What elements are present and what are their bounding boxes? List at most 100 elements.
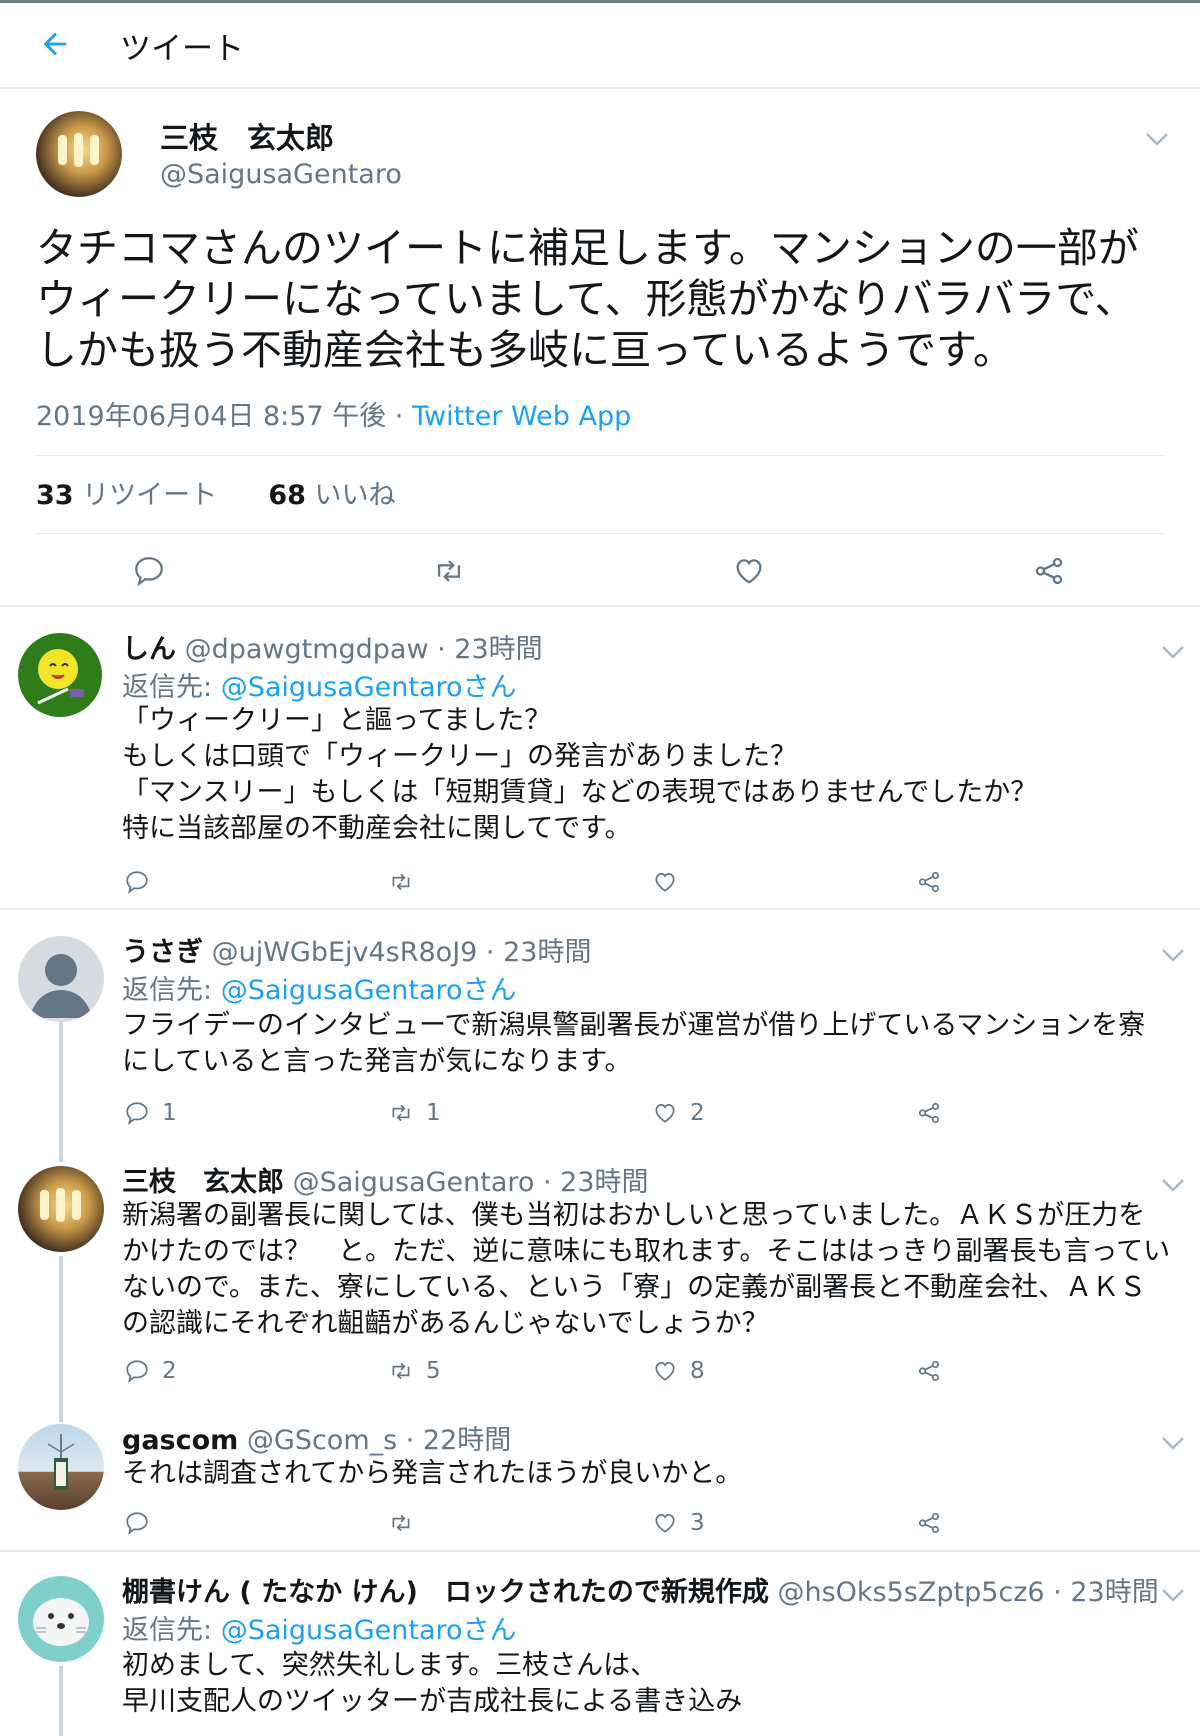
reply-author-name[interactable]: 棚書けん ( たなか けん) ロックされたので新規作成: [122, 1577, 769, 1608]
retweet-icon: [392, 1104, 410, 1122]
share-icon: [918, 1512, 940, 1534]
author-name[interactable]: 三枝 玄太郎: [160, 115, 334, 157]
reply-action[interactable]: [124, 869, 162, 895]
like-action[interactable]: [652, 869, 690, 895]
reply-tweet[interactable]: 棚書けん ( たなか けん) ロックされたので新規作成 @hsOks5sZptp…: [0, 1552, 1200, 1736]
share-icon: [918, 1102, 940, 1124]
reply-tweet[interactable]: うさぎ @ujWGbEjv4sR8oJ9 · 23時間 返信先: @Saigus…: [0, 910, 1200, 1140]
reply-text: 初めまして、突然失礼します。三枝さんは、 早川支配人のツイッターが吉成社長による…: [122, 1650, 743, 1717]
reply-text: 新潟署の副署長に関しては、僕も当初はおかしいと思っていました。ＡＫＳが圧力をかけ…: [122, 1200, 1171, 1339]
like-action[interactable]: 2: [652, 1100, 705, 1126]
reply-to-label: 返信先:: [122, 975, 221, 1006]
reply-action[interactable]: 2: [124, 1358, 177, 1384]
reply-text: 「ウィークリー」と謳ってました？ もしくは口頭で「ウィークリー」の発言がありまし…: [122, 705, 1038, 844]
reply-to-mention[interactable]: @SaigusaGentaroさん: [221, 1615, 517, 1646]
share-action[interactable]: [916, 1100, 942, 1126]
avatar[interactable]: [18, 633, 102, 717]
share-icon[interactable]: [1032, 554, 1066, 588]
reply-author-meta[interactable]: @SaigusaGentaro · 23時間: [284, 1167, 649, 1198]
reply-to-label: 返信先:: [122, 1615, 221, 1646]
chevron-down-icon[interactable]: [1160, 1177, 1186, 1193]
divider: [36, 533, 1164, 534]
chevron-down-icon[interactable]: [1160, 644, 1186, 660]
reply-action[interactable]: [124, 1510, 162, 1536]
avatar[interactable]: [18, 1576, 104, 1662]
divider: [36, 455, 1164, 456]
reply-author-name[interactable]: しん: [122, 634, 176, 665]
tweet-datetime: 2019年06月04日 8:57 午後 ·: [36, 401, 412, 432]
reply-author-line: しん @dpawgtmgdpaw · 23時間: [122, 627, 543, 666]
share-icon: [918, 871, 940, 893]
like-icon: [655, 1362, 675, 1381]
reply-author-meta[interactable]: @GScom_s · 22時間: [238, 1425, 511, 1456]
like-icon: [655, 873, 675, 892]
avatar[interactable]: [18, 936, 104, 1022]
reply-to-mention[interactable]: @SaigusaGentaroさん: [221, 672, 517, 703]
retweet-action[interactable]: [388, 869, 426, 895]
like-icon: [655, 1514, 675, 1533]
share-action[interactable]: [916, 1510, 942, 1536]
like-label: いいね: [305, 480, 396, 511]
page-title: ツイート: [120, 31, 244, 67]
reply-author-meta[interactable]: @hsOks5sZptp5cz6 · 23時間: [769, 1577, 1158, 1608]
header-bar: ツイート: [0, 3, 1200, 89]
reply-author-name[interactable]: うさぎ: [122, 937, 203, 968]
reply-icon: [126, 1360, 148, 1383]
reply-author-name[interactable]: 三枝 玄太郎: [122, 1167, 284, 1198]
avatar[interactable]: [18, 1424, 104, 1510]
chevron-down-icon[interactable]: [1160, 1435, 1186, 1451]
share-action[interactable]: [916, 869, 942, 895]
share-icon: [918, 1360, 940, 1382]
author-handle[interactable]: @SaigusaGentaro: [160, 159, 402, 190]
retweet-icon: [392, 1362, 410, 1380]
retweet-action[interactable]: 5: [388, 1358, 441, 1384]
back-arrow-icon[interactable]: [38, 27, 72, 61]
reply-tweet[interactable]: しん @dpawgtmgdpaw · 23時間 返信先: @SaigusaGen…: [0, 607, 1200, 908]
chevron-down-icon[interactable]: [1144, 131, 1170, 147]
reply-author-line: 棚書けん ( たなか けん) ロックされたので新規作成 @hsOks5sZptp…: [122, 1570, 1159, 1609]
avatar[interactable]: [36, 111, 122, 197]
reply-to-line: 返信先: @SaigusaGentaroさん: [122, 665, 517, 704]
reply-tweet[interactable]: 三枝 玄太郎 @SaigusaGentaro · 23時間 新潟署の副署長に関し…: [0, 1140, 1200, 1400]
tweet-text: タチコマさんのツイートに補足します。マンションの一部がウィークリーになっていまし…: [36, 224, 1139, 374]
tweet-stats: 33 リツイート 68 いいね: [36, 473, 396, 512]
like-count: 8: [690, 1358, 705, 1384]
reply-icon: [126, 871, 148, 894]
like-count: 2: [690, 1100, 705, 1126]
reply-to-mention[interactable]: @SaigusaGentaroさん: [221, 975, 517, 1006]
reply-count: 1: [162, 1100, 177, 1126]
reply-icon[interactable]: [132, 554, 166, 588]
retweet-stat[interactable]: 33 リツイート: [36, 480, 217, 511]
reply-to-line: 返信先: @SaigusaGentaroさん: [122, 1608, 517, 1647]
reply-author-meta[interactable]: @ujWGbEjv4sR8oJ9 · 23時間: [203, 937, 592, 968]
reply-author-meta[interactable]: @dpawgtmgdpaw · 23時間: [176, 634, 543, 665]
retweet-count: 5: [426, 1358, 441, 1384]
retweet-icon[interactable]: [432, 554, 466, 588]
thread-connector: [59, 1666, 63, 1736]
chevron-down-icon[interactable]: [1160, 1587, 1186, 1603]
like-icon[interactable]: [732, 554, 766, 588]
tweet-timestamp: 2019年06月04日 8:57 午後 · Twitter Web App: [36, 394, 631, 433]
reply-to-label: 返信先:: [122, 672, 221, 703]
retweet-label: リツイート: [73, 480, 218, 511]
reply-text: それは調査されてから発言されたほうが良いかと。: [122, 1458, 743, 1489]
retweet-action[interactable]: [388, 1510, 426, 1536]
like-count: 68: [268, 480, 306, 511]
like-icon: [655, 1104, 675, 1123]
like-stat[interactable]: 68 いいね: [268, 480, 395, 511]
reply-author-name[interactable]: gascom: [122, 1425, 238, 1456]
retweet-action[interactable]: 1: [388, 1100, 441, 1126]
reply-to-line: 返信先: @SaigusaGentaroさん: [122, 968, 517, 1007]
reply-tweet[interactable]: gascom @GScom_s · 22時間 それは調査されてから発言されたほう…: [0, 1400, 1200, 1550]
share-action[interactable]: [916, 1358, 942, 1384]
reply-action[interactable]: 1: [124, 1100, 177, 1126]
retweet-icon: [392, 1514, 410, 1532]
tweet-source-link[interactable]: Twitter Web App: [412, 401, 631, 432]
like-action[interactable]: 3: [652, 1510, 705, 1536]
reply-icon: [126, 1512, 148, 1535]
reply-icon: [126, 1102, 148, 1125]
like-action[interactable]: 8: [652, 1358, 705, 1384]
chevron-down-icon[interactable]: [1160, 947, 1186, 963]
retweet-icon: [392, 873, 410, 891]
avatar[interactable]: [18, 1166, 104, 1252]
